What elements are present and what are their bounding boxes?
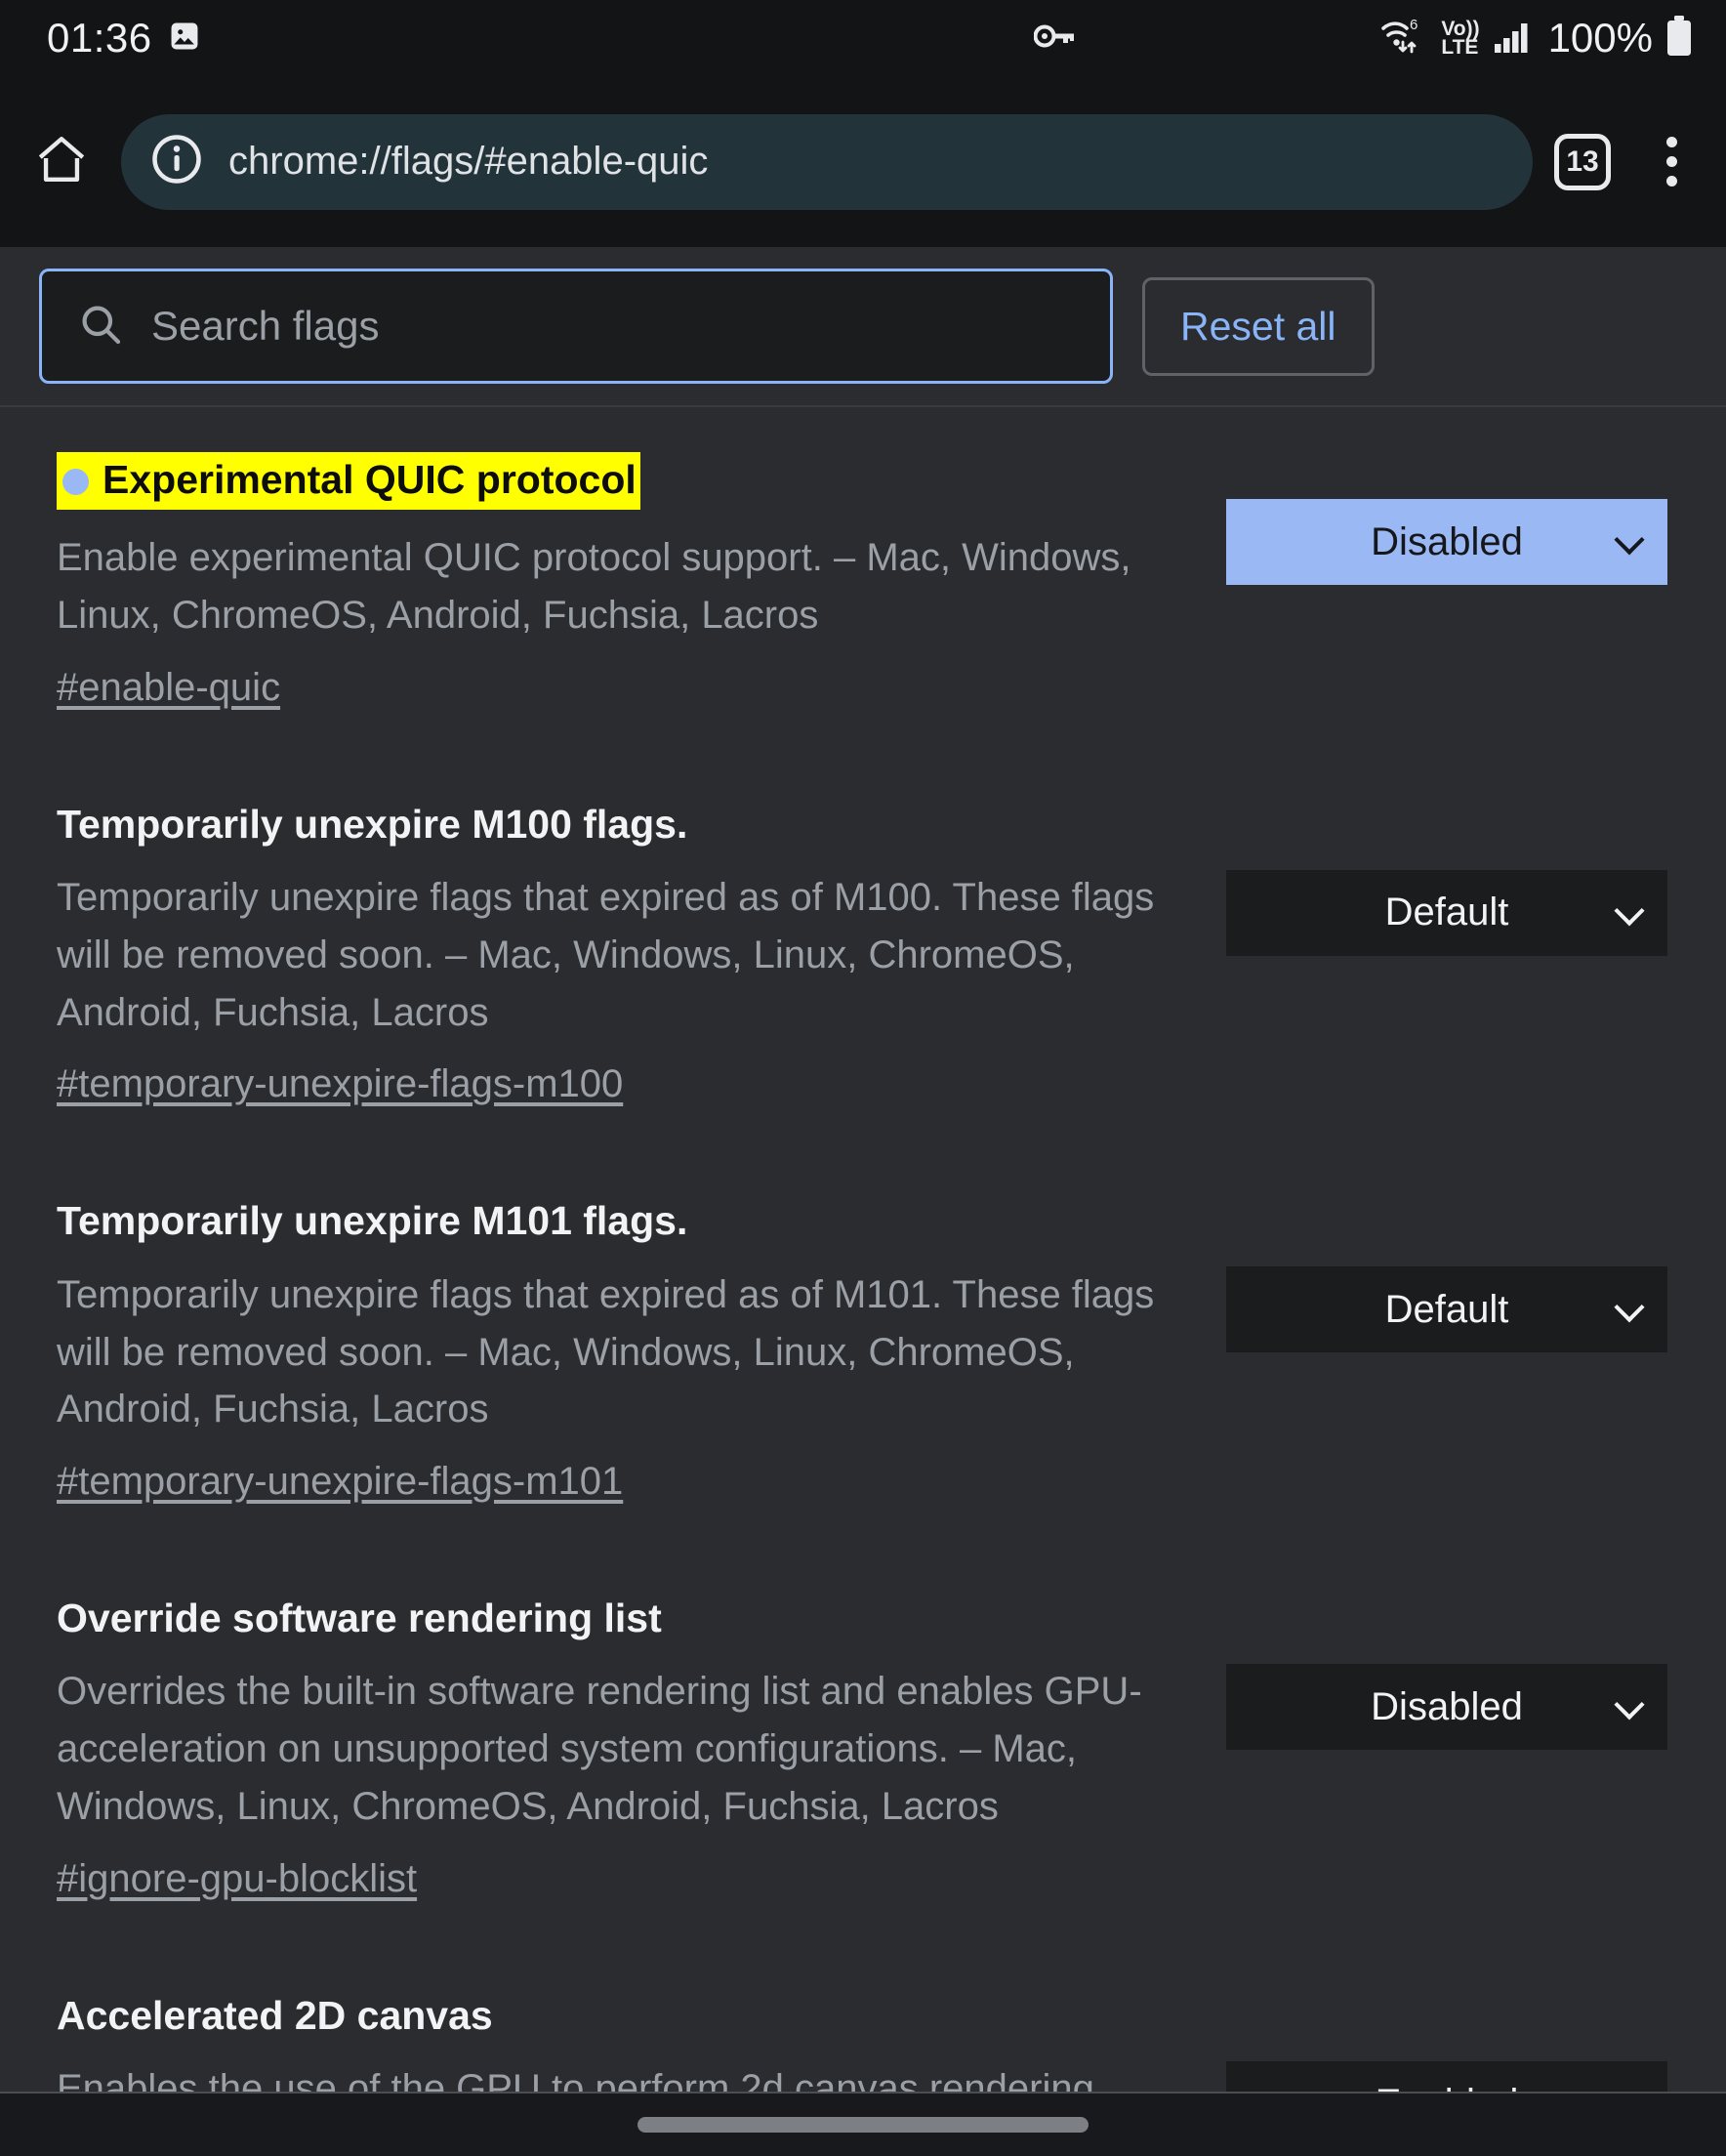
volte-label-bottom: LTE [1441, 36, 1479, 59]
flag-value-label: Default [1384, 1287, 1509, 1331]
flag-value-label: Disabled [1371, 1684, 1523, 1728]
menu-dot-1 [1665, 137, 1677, 147]
flag-value-dropdown[interactable]: Disabled [1226, 499, 1667, 585]
menu-dot-2 [1665, 156, 1677, 167]
search-input[interactable]: Search flags [151, 303, 379, 350]
browser-toolbar: chrome://flags/#enable-quic 13 [0, 76, 1726, 247]
home-button[interactable] [21, 122, 102, 202]
flag-permalink[interactable]: #ignore-gpu-blocklist [57, 1857, 417, 1901]
flags-page: Search flags Reset all Experimental QUIC… [0, 247, 1726, 2156]
flag-title-wrap: Temporarily unexpire M100 flags. [57, 800, 1187, 869]
system-navigation-bar [0, 2092, 1726, 2156]
flag-entry: Temporarily unexpire M101 flags. Tempora… [0, 1151, 1726, 1549]
flag-permalink[interactable]: #temporary-unexpire-flags-m101 [57, 1460, 623, 1504]
flag-entry: Temporarily unexpire M100 flags. Tempora… [0, 755, 1726, 1152]
flag-title: Experimental QUIC protocol [57, 452, 640, 511]
flag-value-dropdown[interactable]: Default [1226, 869, 1667, 956]
flag-value-label: Disabled [1371, 519, 1523, 563]
wifi-6-icon: 6 [1379, 15, 1428, 62]
status-clock: 01:36 [47, 15, 152, 61]
flag-permalink[interactable]: #enable-quic [57, 666, 280, 710]
flag-value-dropdown[interactable]: Disabled [1226, 1664, 1667, 1751]
flag-title-wrap: Temporarily unexpire M101 flags. [57, 1196, 1187, 1265]
flag-entry: Experimental QUIC protocol Enable experi… [0, 407, 1726, 755]
flag-control: Default [1226, 1266, 1667, 1353]
flags-list: Experimental QUIC protocol Enable experi… [0, 407, 1726, 2156]
flag-description: Temporarily unexpire flags that expired … [57, 876, 1155, 1034]
url-text[interactable]: chrome://flags/#enable-quic [228, 140, 708, 184]
flag-description: Enable experimental QUIC protocol suppor… [57, 536, 1131, 638]
flag-title-text: Experimental QUIC protocol [103, 457, 637, 502]
omnibox[interactable]: chrome://flags/#enable-quic [121, 113, 1533, 210]
status-bar-right: 6 Vo)) LTE 100% [1379, 15, 1693, 62]
home-icon [32, 131, 91, 192]
status-bar-left: 01:36 [47, 15, 201, 62]
flag-permalink[interactable]: #temporary-unexpire-flags-m100 [57, 1062, 623, 1106]
search-icon [77, 301, 124, 352]
flag-text-block: Experimental QUIC protocol Enable experi… [57, 452, 1187, 710]
tab-switcher-button[interactable]: 13 [1554, 133, 1611, 190]
svg-text:6: 6 [1410, 17, 1418, 33]
flag-title-wrap: Accelerated 2D canvas [57, 1991, 1187, 2060]
flags-search-row: Search flags Reset all [0, 247, 1726, 407]
flag-control: Default [1226, 869, 1667, 956]
flag-text-block: Temporarily unexpire M101 flags. Tempora… [57, 1196, 1187, 1504]
key-icon [1033, 23, 1077, 54]
chevron-down-icon [1614, 1689, 1645, 1721]
flag-value-label: Default [1384, 891, 1509, 934]
flag-title: Temporarily unexpire M100 flags. [57, 801, 688, 847]
tab-count-label: 13 [1566, 145, 1599, 178]
flag-description: Overrides the built-in software renderin… [57, 1670, 1142, 1828]
menu-dot-3 [1665, 176, 1677, 187]
flag-control: Disabled [1226, 499, 1667, 585]
flag-entry: Override software rendering list Overrid… [0, 1549, 1726, 1946]
image-icon [168, 20, 201, 58]
chevron-down-icon [1614, 1292, 1645, 1323]
info-icon[interactable] [150, 133, 203, 190]
flag-title-wrap: Override software rendering list [57, 1594, 1187, 1663]
home-indicator[interactable] [637, 2117, 1089, 2133]
status-bar: 01:36 6 Vo)) LTE 100% [0, 0, 1726, 76]
flag-title: Temporarily unexpire M101 flags. [57, 1198, 688, 1244]
volte-icon: Vo)) LTE [1441, 19, 1479, 59]
reset-all-button[interactable]: Reset all [1142, 276, 1375, 376]
flag-text-block: Override software rendering list Overrid… [57, 1594, 1187, 1901]
flag-title: Accelerated 2D canvas [57, 1992, 493, 2038]
flag-title: Override software rendering list [57, 1596, 662, 1641]
cellular-signal-icon [1493, 19, 1536, 59]
flag-status-dot-icon [62, 469, 89, 495]
flag-description: Temporarily unexpire flags that expired … [57, 1272, 1155, 1431]
chevron-down-icon [1614, 524, 1645, 556]
battery-full-icon [1665, 15, 1693, 62]
flag-text-block: Temporarily unexpire M100 flags. Tempora… [57, 800, 1187, 1107]
flag-title-wrap: Experimental QUIC protocol [57, 452, 1187, 529]
search-flags-box[interactable]: Search flags [39, 269, 1113, 384]
battery-percent-label: 100% [1547, 15, 1653, 61]
flag-value-dropdown[interactable]: Default [1226, 1266, 1667, 1353]
flag-control: Disabled [1226, 1664, 1667, 1751]
more-vertical-icon[interactable] [1644, 128, 1699, 196]
chevron-down-icon [1614, 895, 1645, 927]
